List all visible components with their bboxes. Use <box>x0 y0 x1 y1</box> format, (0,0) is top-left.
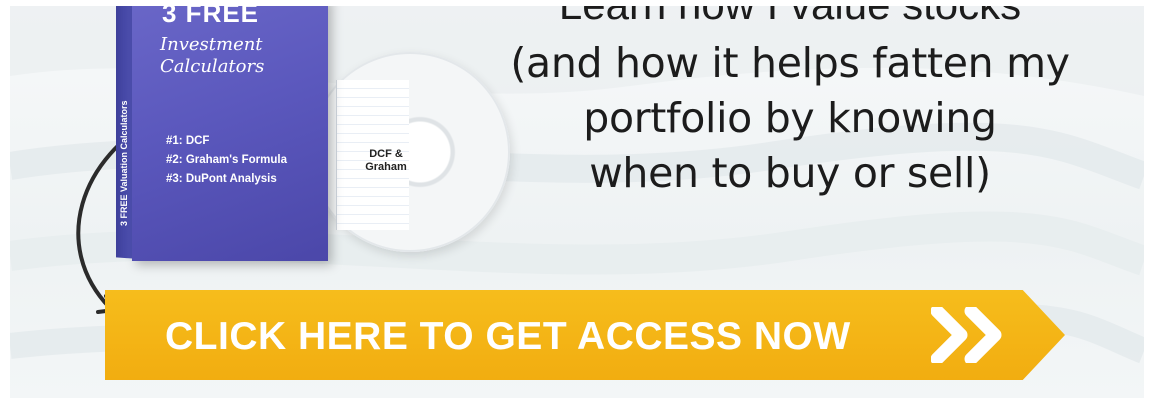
double-chevron-right-icon <box>931 307 1002 363</box>
get-access-button[interactable]: CLICK HERE TO GET ACCESS NOW <box>105 290 1065 380</box>
box-subtitle-line: Investment <box>160 34 263 55</box>
headline-line: when to buy or sell) <box>589 149 991 197</box>
product-box-image: DCF & Graham 3 FREE Valuation Calculator… <box>110 6 510 286</box>
headline: (and how it helps fatten my portfolio by… <box>430 36 1144 201</box>
headline-partial-line: Learn how I value stocks <box>450 6 1130 26</box>
disc-label-line: Graham <box>365 161 407 173</box>
box-subtitle-line: Calculators <box>160 56 265 77</box>
cta-label: CLICK HERE TO GET ACCESS NOW <box>165 315 851 358</box>
box-subtitle: Investment Calculators <box>160 34 330 78</box>
box-front: 3 FREE Investment Calculators #1: DCF #2… <box>132 6 328 261</box>
disc-label: DCF & Graham <box>356 148 416 174</box>
calculator-item: #2: Graham's Formula <box>166 154 287 166</box>
headline-line: portfolio by knowing <box>583 94 997 142</box>
calculator-list: #1: DCF #2: Graham's Formula #3: DuPont … <box>166 132 346 189</box>
headline-line: (and how it helps fatten my <box>510 39 1070 87</box>
box-title: 3 FREE <box>162 6 260 28</box>
promo-banner: Learn how I value stocks (and how it hel… <box>10 6 1144 398</box>
disc-label-line: DCF & <box>369 148 403 160</box>
calculator-item: #3: DuPont Analysis <box>166 173 277 185</box>
calculator-item: #1: DCF <box>166 135 210 147</box>
